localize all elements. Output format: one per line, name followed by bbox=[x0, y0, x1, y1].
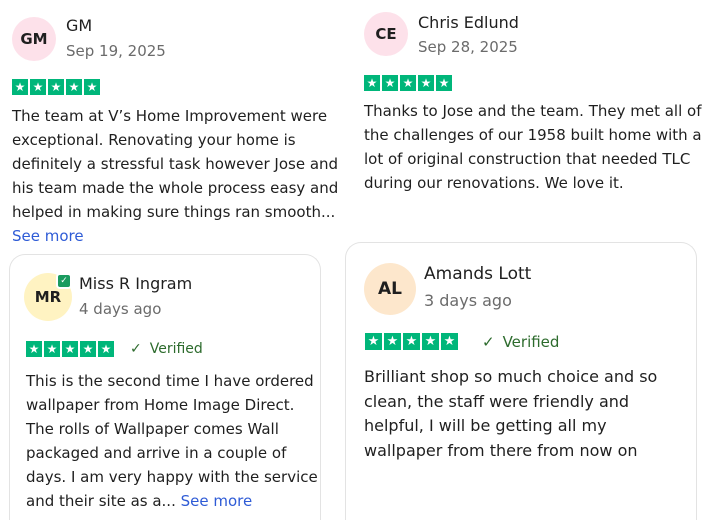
check-icon: ✓ bbox=[130, 341, 142, 357]
star-icon: ★ bbox=[403, 333, 420, 350]
review-text-content: The team at V’s Home Improvement were ex… bbox=[12, 107, 339, 221]
star-icon: ★ bbox=[98, 341, 114, 357]
see-more-link[interactable]: See more bbox=[181, 492, 253, 510]
verified-label: ✓ Verified bbox=[482, 332, 560, 351]
avatar-initials: AL bbox=[378, 279, 402, 299]
verified-badge-icon: ✓ bbox=[56, 273, 72, 289]
star-icon: ★ bbox=[365, 333, 382, 350]
avatar-initials: CE bbox=[375, 25, 397, 43]
review-text-content: This is the second time I have ordered w… bbox=[26, 372, 318, 510]
review-text: Thanks to Jose and the team. They met al… bbox=[364, 99, 712, 195]
avatar-initials: MR bbox=[34, 288, 62, 306]
reviewer-name[interactable]: Chris Edlund bbox=[418, 13, 519, 32]
review-text-content: Thanks to Jose and the team. They met al… bbox=[364, 102, 702, 192]
star-icon: ★ bbox=[364, 75, 380, 91]
star-icon: ★ bbox=[66, 79, 82, 95]
star-icon: ★ bbox=[26, 341, 42, 357]
star-icon: ★ bbox=[422, 333, 439, 350]
star-icon: ★ bbox=[12, 79, 28, 95]
reviewer-name[interactable]: GM bbox=[66, 16, 92, 35]
reviewer-name[interactable]: Miss R Ingram bbox=[79, 274, 192, 293]
star-rating: ★ ★ ★ ★ ★ bbox=[364, 75, 452, 91]
verified-label: ✓ Verified bbox=[130, 341, 203, 357]
review-card: GM GM Sep 19, 2025 ★ ★ ★ ★ ★ The team at… bbox=[0, 0, 350, 245]
review-date: 3 days ago bbox=[424, 291, 512, 310]
star-icon: ★ bbox=[382, 75, 398, 91]
star-icon: ★ bbox=[400, 75, 416, 91]
reviewer-name[interactable]: Amands Lott bbox=[424, 264, 531, 284]
star-rating: ★ ★ ★ ★ ★ bbox=[365, 333, 458, 350]
star-icon: ★ bbox=[80, 341, 96, 357]
review-date: 4 days ago bbox=[79, 300, 162, 318]
check-icon: ✓ bbox=[482, 332, 495, 351]
star-icon: ★ bbox=[84, 79, 100, 95]
review-text-content: Brilliant shop so much choice and so cle… bbox=[364, 367, 658, 460]
star-rating: ★ ★ ★ ★ ★ bbox=[26, 341, 114, 357]
star-rating: ★ ★ ★ ★ ★ bbox=[12, 79, 100, 95]
review-text: Brilliant shop so much choice and so cle… bbox=[364, 365, 686, 463]
review-card: CE Chris Edlund Sep 28, 2025 ★ ★ ★ ★ ★ T… bbox=[352, 0, 715, 240]
star-icon: ★ bbox=[62, 341, 78, 357]
verified-text: Verified bbox=[502, 332, 560, 351]
star-icon: ★ bbox=[418, 75, 434, 91]
review-date: Sep 19, 2025 bbox=[66, 42, 166, 60]
star-icon: ★ bbox=[30, 79, 46, 95]
avatar-initials: GM bbox=[20, 30, 48, 48]
star-icon: ★ bbox=[44, 341, 60, 357]
star-icon: ★ bbox=[436, 75, 452, 91]
review-date: Sep 28, 2025 bbox=[418, 38, 518, 56]
review-card: AL Amands Lott 3 days ago ★ ★ ★ ★ ★ ✓ Ve… bbox=[345, 242, 697, 520]
avatar: AL bbox=[364, 263, 416, 315]
verified-text: Verified bbox=[149, 341, 203, 357]
review-text: The team at V’s Home Improvement were ex… bbox=[12, 104, 352, 248]
star-icon: ★ bbox=[441, 333, 458, 350]
star-icon: ★ bbox=[384, 333, 401, 350]
avatar: CE bbox=[364, 12, 408, 56]
review-card: MR ✓ Miss R Ingram 4 days ago ★ ★ ★ ★ ★ … bbox=[9, 254, 321, 520]
star-icon: ★ bbox=[48, 79, 64, 95]
review-text: This is the second time I have ordered w… bbox=[26, 369, 318, 513]
see-more-link[interactable]: See more bbox=[12, 227, 84, 245]
avatar: GM bbox=[12, 17, 56, 61]
